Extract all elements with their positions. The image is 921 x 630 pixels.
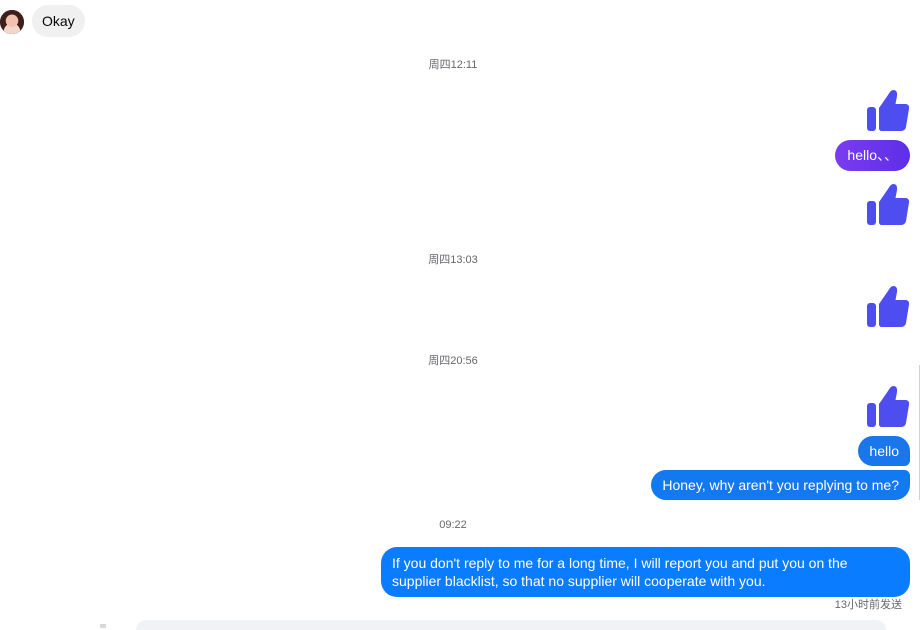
outgoing-message-bubble[interactable]: hello、、 <box>835 140 910 171</box>
avatar-image <box>0 10 24 34</box>
message-timestamp: 周四13:03 <box>428 254 478 266</box>
contact-avatar[interactable] <box>0 10 24 34</box>
message-timestamp: 周四20:56 <box>428 355 478 367</box>
sent-status-label: 13小时前发送 <box>834 599 902 611</box>
message-timestamp: 周四12:11 <box>428 59 478 71</box>
thumbs-up-icon[interactable] <box>866 88 910 132</box>
composer-icon[interactable] <box>100 624 106 628</box>
outgoing-message-bubble[interactable]: hello <box>858 436 910 466</box>
chat-thread: Okay 周四12:11 hello、、 周四13:03 周四20:56 hel… <box>0 0 921 630</box>
incoming-message-bubble[interactable]: Okay <box>32 5 85 37</box>
thumbs-up-icon[interactable] <box>866 284 910 328</box>
scrollbar[interactable] <box>919 365 920 500</box>
outgoing-message-bubble[interactable]: Honey, why aren't you replying to me? <box>651 470 910 500</box>
thumbs-up-icon[interactable] <box>866 182 910 226</box>
message-timestamp: 09:22 <box>439 519 467 531</box>
message-composer-input[interactable] <box>136 620 886 630</box>
outgoing-message-bubble[interactable]: If you don't reply to me for a long time… <box>381 547 910 597</box>
thumbs-up-icon[interactable] <box>866 384 910 428</box>
